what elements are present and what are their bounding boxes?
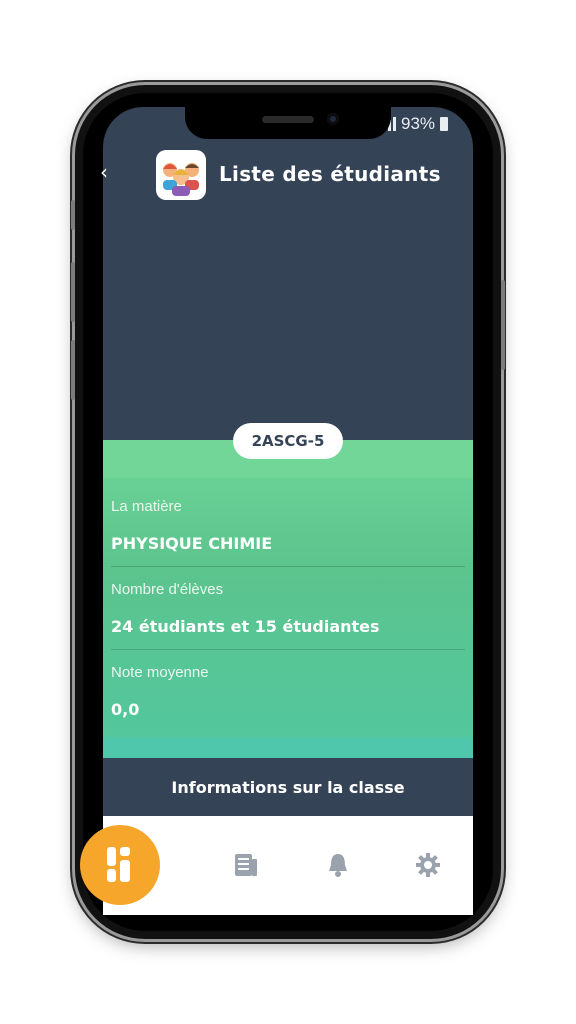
battery-icon — [440, 117, 449, 131]
field-divider — [111, 649, 465, 650]
phone-mute-switch — [71, 200, 75, 230]
class-info-label: Informations sur la classe — [171, 777, 405, 797]
students-app-icon — [156, 150, 206, 200]
subject-label: La matière — [111, 498, 182, 515]
classes-icon-part — [120, 847, 130, 856]
page-title: Liste des étudiants — [219, 162, 441, 186]
classes-icon — [107, 847, 116, 866]
battery-percentage: 93% — [401, 114, 436, 133]
class-info-panel — [103, 440, 473, 758]
front-camera — [327, 113, 339, 125]
student-count-value: 24 étudiants et 15 étudiantes — [111, 617, 380, 636]
classes-icon-part — [120, 860, 130, 882]
phone-power-button — [501, 280, 505, 370]
gear-icon[interactable] — [415, 852, 441, 878]
classes-icon-part — [107, 869, 116, 882]
phone-volume-down — [71, 340, 75, 400]
class-info-button[interactable]: Informations sur la classe — [103, 758, 473, 816]
classes-nav-button[interactable] — [80, 825, 160, 905]
phone-notch — [185, 107, 391, 139]
subject-value: PHYSIQUE CHIMIE — [111, 534, 273, 553]
average-grade-value: 0,0 — [111, 700, 140, 719]
class-code-badge: 2ASCG-5 — [233, 423, 343, 459]
student-count-label: Nombre d'élèves — [111, 581, 224, 598]
field-divider — [111, 566, 465, 567]
panel-bottom-band — [103, 738, 473, 758]
back-icon[interactable]: ‹ — [100, 160, 108, 184]
document-icon[interactable] — [233, 852, 259, 878]
bell-icon[interactable] — [326, 852, 350, 878]
phone-volume-up — [71, 262, 75, 322]
phone-speaker — [262, 116, 314, 123]
average-grade-label: Note moyenne — [111, 664, 209, 681]
